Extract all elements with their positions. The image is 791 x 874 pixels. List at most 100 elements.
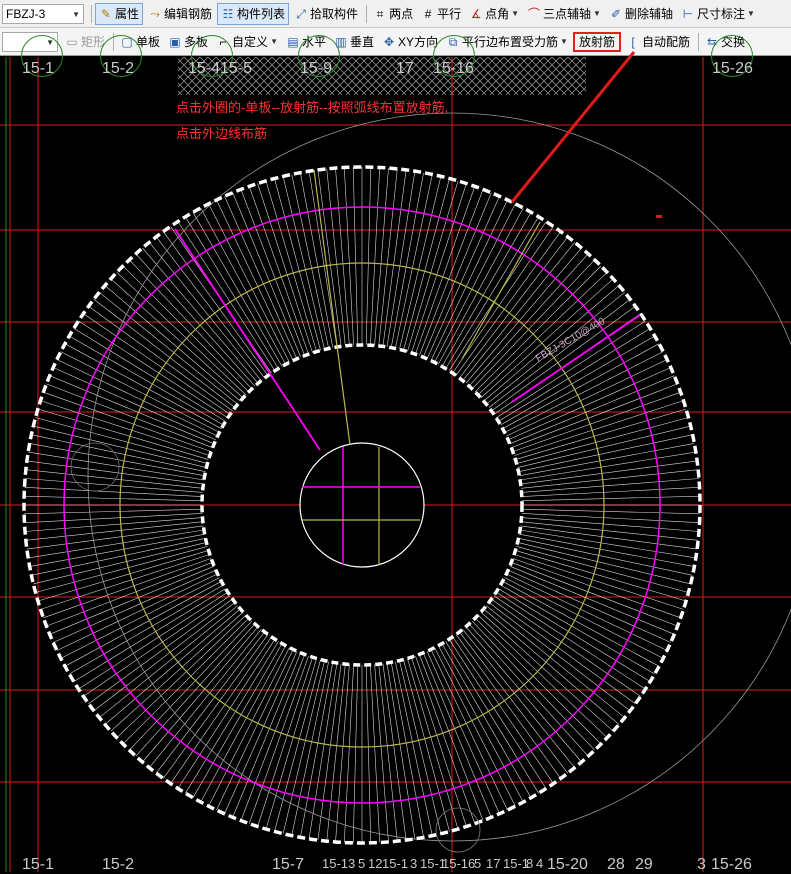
radial-rebar-line xyxy=(407,180,459,352)
auto-rebar-button[interactable]: [自动配筋 xyxy=(623,31,693,53)
radial-rebar-line xyxy=(399,176,442,350)
properties-icon: ✎ xyxy=(100,6,112,21)
radial-rebar-line xyxy=(88,598,233,704)
radial-rebar-line xyxy=(480,611,614,732)
component-list-icon: ☷ xyxy=(222,6,234,21)
dimension-button[interactable]: ⊢ 尺寸标注 ▼ xyxy=(678,3,758,25)
delete-axis-button[interactable]: ✐ 删除辅轴 xyxy=(606,3,676,25)
chevron-down-icon[interactable]: ▼ xyxy=(511,9,519,18)
three-point-axis-button[interactable]: ⌒ 三点辅轴 ▼ xyxy=(524,3,604,25)
radial-rebar-line xyxy=(149,629,262,768)
axis-label: 15-2 xyxy=(102,60,135,77)
radial-rebar-line xyxy=(110,611,244,732)
radial-rebar-line xyxy=(344,167,354,346)
axis-label: 15-16 xyxy=(433,60,474,77)
two-point-axis-icon: ⌗ xyxy=(376,6,384,21)
axis-label: 5 xyxy=(358,856,366,871)
chevron-down-icon[interactable]: ▼ xyxy=(747,9,755,18)
annotation-text: 点击外边线布筋 xyxy=(176,126,268,141)
radial-rebar-line xyxy=(370,167,380,346)
edit-rebar-button[interactable]: ⤳ 编辑钢筋 xyxy=(145,3,215,25)
radial-rebar-line xyxy=(99,292,238,405)
axis-label: 15-9 xyxy=(300,60,333,77)
radial-rebar-line xyxy=(49,565,215,635)
radial-rebar-line xyxy=(365,664,372,843)
parallel-axis-label: 平行 xyxy=(437,7,462,21)
axis-label: 15-7 xyxy=(272,856,305,873)
axis-label: 15-20 xyxy=(547,856,588,873)
radial-rebar-line xyxy=(352,664,359,843)
radial-rebar-line xyxy=(24,513,203,523)
radial-rebar-line xyxy=(521,495,700,502)
radial-rebar-line xyxy=(496,591,646,690)
radial-rebar-line xyxy=(282,660,325,834)
point-angle-axis-button[interactable]: ∡ 点角 ▼ xyxy=(466,3,522,25)
radial-rebar-line xyxy=(49,375,215,445)
radial-rebar-line xyxy=(177,639,276,789)
axis-label: 15-26 xyxy=(712,60,753,77)
radial-rebar-line xyxy=(99,605,238,718)
radial-rebar-line xyxy=(232,652,302,818)
axis-label: 3 xyxy=(410,856,418,871)
radial-rebar-line xyxy=(448,639,547,789)
radial-rebar-line xyxy=(60,577,220,659)
parallel-axis-button[interactable]: # 平行 xyxy=(418,3,464,25)
two-point-axis-button[interactable]: ⌗ 两点 xyxy=(370,3,416,25)
radial-rebar-line xyxy=(149,242,262,381)
axis-label: 15-16 xyxy=(442,856,476,871)
radial-rebar-line xyxy=(434,203,516,363)
parallel-edge-label: 平行边布置受力筋 xyxy=(462,35,559,49)
xy-direction-icon: ✥ xyxy=(383,34,395,49)
radial-rebar-line xyxy=(477,614,608,738)
radial-rebar-line xyxy=(24,495,203,502)
radial-rebar-line xyxy=(29,533,205,567)
axis-label: 28 xyxy=(607,856,625,873)
chevron-down-icon[interactable]: ▼ xyxy=(270,37,278,46)
pick-component-button[interactable]: ⤢ 拾取构件 xyxy=(291,3,361,25)
radial-rebar-line xyxy=(515,408,687,460)
radial-rebar-line xyxy=(519,533,695,567)
pick-component-label: 拾取构件 xyxy=(310,7,359,21)
radial-rebar-line xyxy=(471,259,595,390)
drawing-svg xyxy=(0,57,791,872)
radial-rebar-line xyxy=(170,636,272,784)
chevron-down-icon[interactable]: ▼ xyxy=(560,37,568,46)
radial-rebar-line xyxy=(69,584,224,675)
radial-rebar-line xyxy=(208,203,290,363)
chevron-down-icon[interactable]: ▼ xyxy=(593,9,601,18)
radial-rebar-button[interactable]: 放射筋 xyxy=(572,31,621,52)
xy-direction-button[interactable]: ✥ XY方向 xyxy=(379,31,441,53)
multi-slab-icon: ▣ xyxy=(169,34,181,49)
radial-rebar-line xyxy=(216,199,294,361)
properties-label: 属性 xyxy=(115,7,140,21)
radial-rebar-line xyxy=(441,212,532,367)
delete-axis-label: 删除辅轴 xyxy=(624,7,673,21)
radial-rebar-line xyxy=(104,285,241,402)
radial-rebar-line xyxy=(462,629,575,768)
component-list-button[interactable]: ☷ 构件列表 xyxy=(217,2,290,25)
three-point-axis-icon: ⌒ xyxy=(528,6,541,21)
radial-rebar-line xyxy=(486,605,625,718)
radial-rebar-line xyxy=(135,253,256,387)
three-point-axis-label: 三点辅轴 xyxy=(543,7,592,21)
axis-label: 15-26 xyxy=(711,856,752,873)
drawing-canvas[interactable]: 15-1 15-2 15-4 15-5 15-9 17 15-16 15-26 … xyxy=(0,35,791,873)
radial-rebar-line xyxy=(129,259,253,390)
radial-rebar-line xyxy=(365,167,372,346)
component-select[interactable]: FBZJ-3 ▼ xyxy=(2,3,84,24)
radial-rebar-line xyxy=(515,550,687,602)
radial-rebar-line xyxy=(517,425,691,468)
radial-rebar-line xyxy=(399,660,442,834)
radial-rebar-line xyxy=(83,313,231,415)
radial-rebar-line xyxy=(452,636,554,784)
radial-rebar-line xyxy=(29,443,205,477)
radial-rebar-line xyxy=(491,598,636,704)
properties-button[interactable]: ✎ 属性 xyxy=(95,2,144,25)
radial-rebar-line xyxy=(521,487,700,497)
separator xyxy=(698,32,699,51)
radial-rebar-line xyxy=(116,614,247,738)
radial-rebar-line xyxy=(216,649,294,811)
radial-rebar-line xyxy=(474,617,602,745)
axis-label: 3 xyxy=(348,856,356,871)
radial-rebar-line xyxy=(344,664,354,843)
